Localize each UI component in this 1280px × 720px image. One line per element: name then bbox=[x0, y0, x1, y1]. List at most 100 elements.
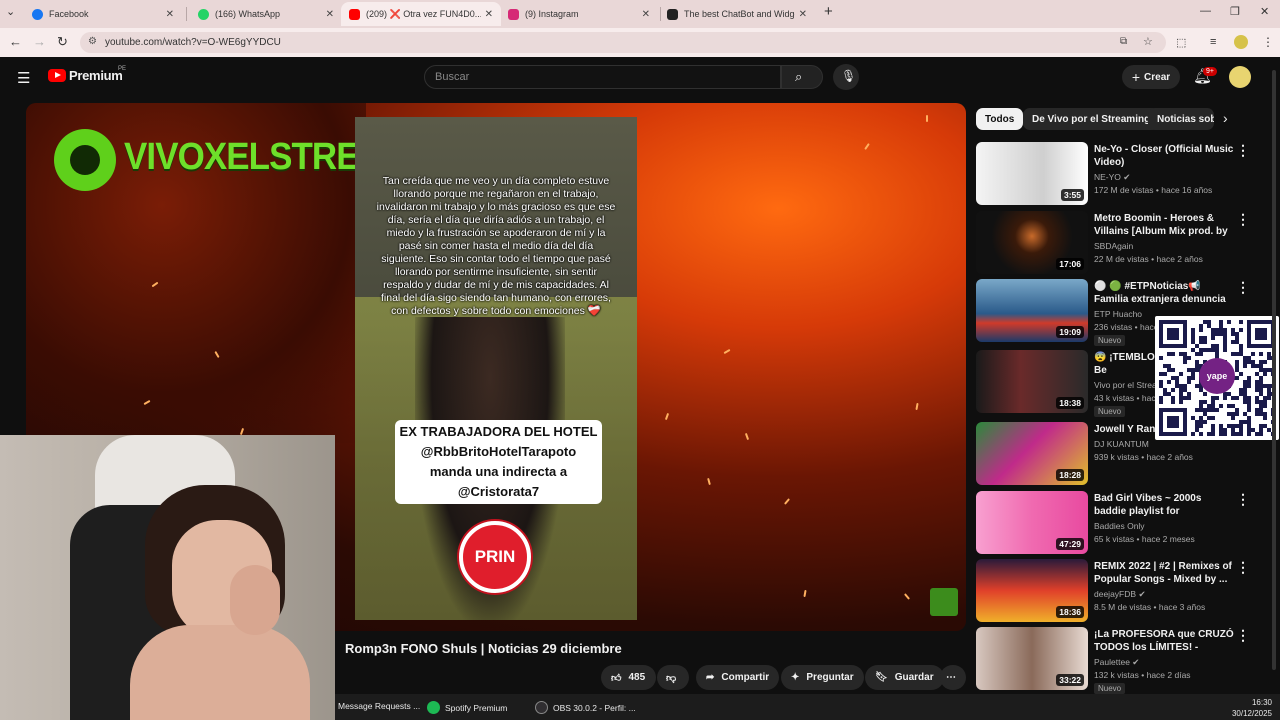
channel-watermark-icon[interactable] bbox=[930, 588, 958, 616]
like-button[interactable]: 👍︎ 485 bbox=[601, 665, 656, 690]
video-thumbnail[interactable]: 19:09 bbox=[976, 279, 1088, 342]
duration-badge: 47:29 bbox=[1056, 538, 1084, 550]
rec-channel[interactable]: Baddies Only bbox=[1094, 521, 1145, 531]
create-button[interactable]: + Crear bbox=[1122, 65, 1180, 89]
forward-icon[interactable]: → bbox=[33, 34, 46, 49]
more-options-icon[interactable]: ⋮ bbox=[1236, 627, 1250, 644]
rec-title[interactable]: Metro Boomin - Heroes & Villains [Album … bbox=[1094, 212, 1234, 238]
recommendation-item[interactable]: 33:22 ¡La PROFESORA que CRUZÓ TODOS los … bbox=[976, 627, 1266, 694]
rec-meta: 22 M de vistas • hace 2 años bbox=[1094, 254, 1203, 264]
minimize-button[interactable]: — bbox=[1200, 5, 1211, 17]
ask-button[interactable]: ✦ Preguntar bbox=[781, 665, 864, 690]
close-icon[interactable]: ✕ bbox=[642, 9, 650, 20]
notification-count-badge: 9+ bbox=[1203, 67, 1217, 76]
search-input[interactable]: Buscar bbox=[424, 65, 781, 89]
cast-icon[interactable]: ⧉ bbox=[1120, 36, 1127, 47]
system-clock[interactable]: 16:30 30/12/2025 bbox=[1232, 697, 1272, 719]
media-control-icon[interactable]: ≡ bbox=[1210, 36, 1216, 48]
save-button[interactable]: 🔖︎ Guardar bbox=[865, 665, 944, 690]
taskbar-item-obs[interactable]: OBS 30.0.2 - Perfil: ... bbox=[535, 701, 636, 714]
thumbs-down-icon: 👎︎ bbox=[666, 672, 677, 684]
close-icon[interactable]: ✕ bbox=[485, 9, 493, 20]
tab-youtube[interactable]: (209) ❌ Otra vez FUN4D0...😊 ✕ bbox=[341, 2, 501, 26]
rec-channel[interactable]: Paulettee ✔ bbox=[1094, 657, 1139, 668]
video-thumbnail[interactable]: 18:28 bbox=[976, 422, 1088, 485]
recommendation-item[interactable]: 47:29 Bad Girl Vibes ~ 2000s baddie play… bbox=[976, 491, 1266, 555]
prin-badge: PRIN bbox=[459, 521, 531, 593]
chip-todos[interactable]: Todos bbox=[976, 108, 1024, 130]
video-thumbnail[interactable]: 17:06 bbox=[976, 211, 1088, 274]
tab-whatsapp[interactable]: (166) WhatsApp ✕ bbox=[190, 2, 342, 26]
rec-channel[interactable]: ETP Huacho bbox=[1094, 309, 1142, 319]
video-thumbnail[interactable]: 3:55 bbox=[976, 142, 1088, 205]
video-thumbnail[interactable]: 47:29 bbox=[976, 491, 1088, 554]
browser-menu-icon[interactable]: ⋮ bbox=[1262, 35, 1274, 49]
tab-search-icon[interactable]: ⌄ bbox=[6, 5, 15, 18]
duration-badge: 3:55 bbox=[1060, 189, 1084, 201]
embedded-reel-clip: Tan creída que me veo y un día completo … bbox=[355, 117, 637, 620]
tab-facebook[interactable]: Facebook ✕ bbox=[24, 2, 182, 26]
more-options-icon[interactable]: ⋮ bbox=[1236, 559, 1250, 576]
recommendation-item[interactable]: 17:06 Metro Boomin - Heroes & Villains [… bbox=[976, 211, 1266, 275]
url-field[interactable]: ⚙ youtube.com/watch?v=O-WE6gYYDCU ⧉ ☆ bbox=[80, 32, 1166, 53]
window-close-button[interactable]: ✕ bbox=[1260, 5, 1269, 18]
profile-avatar[interactable] bbox=[1234, 35, 1248, 49]
chip-de-vivo[interactable]: De Vivo por el Streaming bbox=[1023, 108, 1160, 130]
tab-instagram[interactable]: (9) Instagram ✕ bbox=[500, 2, 658, 26]
rec-channel[interactable]: DJ KUANTUM bbox=[1094, 439, 1149, 449]
rec-title[interactable]: REMIX 2022 | #2 | Remixes of Popular Son… bbox=[1094, 560, 1234, 586]
close-icon[interactable]: ✕ bbox=[326, 9, 334, 20]
dislike-button[interactable]: 👎︎ bbox=[657, 665, 689, 690]
rec-title[interactable]: ¡La PROFESORA que CRUZÓ TODOS los LÍMITE… bbox=[1094, 628, 1234, 654]
rec-title[interactable]: Bad Girl Vibes ~ 2000s baddie playlist f… bbox=[1094, 492, 1234, 518]
chip-noticias[interactable]: Noticias sob bbox=[1148, 108, 1214, 130]
video-thumbnail[interactable]: 33:22 bbox=[976, 627, 1088, 690]
more-options-icon[interactable]: ⋮ bbox=[1236, 279, 1250, 296]
page-scrollbar[interactable] bbox=[1272, 70, 1276, 670]
youtube-logo-icon[interactable] bbox=[48, 69, 66, 82]
close-icon[interactable]: ✕ bbox=[799, 9, 807, 20]
recommendation-item[interactable]: 3:55 Ne-Yo - Closer (Official Music Vide… bbox=[976, 142, 1266, 206]
spotify-icon bbox=[427, 701, 440, 714]
region-code: PE bbox=[118, 66, 127, 72]
back-icon[interactable]: ← bbox=[9, 34, 22, 49]
duration-badge: 18:28 bbox=[1056, 469, 1084, 481]
rec-title[interactable]: Ne-Yo - Closer (Official Music Video) bbox=[1094, 143, 1234, 169]
create-label: Crear bbox=[1144, 71, 1171, 83]
youtube-premium-logo[interactable]: Premium bbox=[69, 68, 123, 83]
more-options-icon[interactable]: ⋮ bbox=[1236, 211, 1250, 228]
tab-chatbot[interactable]: The best ChatBot and Widgets ✕ bbox=[659, 2, 815, 26]
site-info-icon[interactable]: ⚙ bbox=[88, 36, 97, 47]
search-button[interactable]: ⌕ bbox=[781, 65, 823, 89]
more-actions-button[interactable]: ⋯ bbox=[940, 665, 966, 690]
taskbar-item-spotify[interactable]: Spotify Premium bbox=[427, 701, 507, 714]
account-avatar[interactable] bbox=[1229, 66, 1251, 88]
rec-channel[interactable]: deejayFDB ✔ bbox=[1094, 589, 1146, 600]
tab-title: (209) ❌ Otra vez FUN4D0...😊 bbox=[366, 8, 481, 19]
new-tab-button[interactable]: + bbox=[824, 3, 833, 20]
more-options-icon[interactable]: ⋮ bbox=[1236, 142, 1250, 159]
overlay-line: @Cristorata7 bbox=[457, 484, 540, 499]
taskbar-item-messages[interactable]: Message Requests ... bbox=[338, 701, 420, 711]
hamburger-menu-icon[interactable]: ☰ bbox=[17, 69, 30, 87]
chevron-right-icon[interactable]: › bbox=[1223, 110, 1228, 126]
more-options-icon[interactable]: ⋮ bbox=[1236, 491, 1250, 508]
recommendation-item[interactable]: 18:36 REMIX 2022 | #2 | Remixes of Popul… bbox=[976, 559, 1266, 623]
reload-icon[interactable]: ↻ bbox=[57, 34, 68, 50]
rec-title[interactable]: ⚪ 🟢 #ETPNoticias📢 Familia extranjera den… bbox=[1094, 280, 1234, 306]
share-button[interactable]: ➦ Compartir bbox=[696, 665, 780, 690]
video-thumbnail[interactable]: 18:36 bbox=[976, 559, 1088, 622]
close-icon[interactable]: ✕ bbox=[166, 9, 174, 20]
rec-channel[interactable]: SBDAgain bbox=[1094, 241, 1133, 251]
bookmark-star-icon[interactable]: ☆ bbox=[1143, 35, 1153, 48]
duration-badge: 18:36 bbox=[1056, 606, 1084, 618]
plus-icon: + bbox=[1131, 69, 1141, 85]
video-thumbnail[interactable]: 18:38 bbox=[976, 350, 1088, 413]
rec-channel[interactable]: NE-YO ✔ bbox=[1094, 172, 1130, 183]
clock-date: 30/12/2025 bbox=[1231, 709, 1272, 718]
voice-search-button[interactable]: 🎙 bbox=[833, 64, 859, 90]
extensions-icon[interactable]: ⬚ bbox=[1176, 36, 1186, 49]
duration-badge: 17:06 bbox=[1056, 258, 1084, 270]
rec-channel[interactable]: Vivo por el Strean bbox=[1094, 380, 1161, 390]
maximize-button[interactable]: ❐ bbox=[1230, 5, 1240, 18]
